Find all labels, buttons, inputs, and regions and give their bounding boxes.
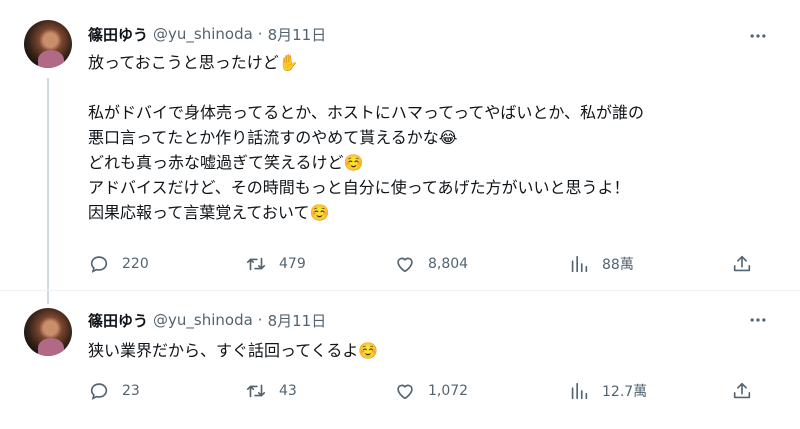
retweet-count: 43 [279, 383, 297, 399]
tweet-text-line: 因果応報って言葉覚えておいて☺️ [88, 203, 330, 222]
views-count: 88萬 [602, 257, 634, 273]
separator-dot: · [257, 311, 263, 329]
tweet-text: 放っておこうと思ったけど✋ 私がドバイで身体売ってるとか、ホストにハマってってや… [88, 50, 780, 225]
user-handle[interactable]: @yu_shinoda [153, 25, 253, 43]
reply-button[interactable]: 23 [88, 378, 140, 404]
reply-button[interactable]: 220 [88, 251, 149, 277]
tweet-date[interactable]: 8月11日 [268, 24, 327, 45]
tweet-divider [0, 290, 800, 291]
like-count: 1,072 [428, 383, 469, 399]
tweet-header: 篠田ゆう @yu_shinoda · 8月11日 [88, 308, 326, 332]
tweet-text-line [88, 75, 780, 100]
reply-icon [90, 256, 108, 273]
reply-icon [90, 383, 108, 400]
views-icon [571, 382, 588, 400]
reply-count: 220 [122, 256, 149, 272]
like-count: 8,804 [428, 256, 469, 272]
tweet-text-line: 悪口言ってたとか作り話流すのやめて貰えるかな😂 [88, 128, 458, 147]
views-icon [571, 255, 588, 273]
tweet-text-line: アドバイスだけど、その時間もっと自分に使ってあげた方がいいと思うよ！ [88, 178, 630, 197]
tweet-text-line: どれも真っ赤な嘘過ぎて笑えるけど☺️ [88, 153, 364, 172]
share-button[interactable] [731, 378, 765, 404]
retweet-button[interactable]: 43 [245, 378, 297, 404]
more-icon[interactable] [746, 308, 770, 332]
like-button[interactable]: 1,072 [394, 378, 468, 404]
tweet-actions: 23 43 1,072 12.7萬 [88, 378, 768, 404]
views-count: 12.7萬 [602, 384, 648, 400]
reply-count: 23 [122, 383, 140, 399]
share-button[interactable] [731, 251, 765, 277]
tweet-text-line: 狭い業界だから、すぐ話回ってくるよ☺️ [88, 341, 379, 360]
separator-dot: · [257, 25, 263, 43]
more-icon[interactable] [746, 24, 770, 48]
like-button[interactable]: 8,804 [394, 251, 468, 277]
tweet[interactable]: 篠田ゆう @yu_shinoda · 8月11日 放っておこうと思ったけど✋ 私… [0, 0, 800, 290]
tweet-header: 篠田ゆう @yu_shinoda · 8月11日 [88, 22, 326, 46]
views-button[interactable]: 88萬 [568, 251, 634, 277]
tweet-text: 狭い業界だから、すぐ話回ってくるよ☺️ [88, 338, 780, 363]
retweet-count: 479 [279, 256, 306, 272]
retweet-icon [246, 257, 266, 271]
like-icon [397, 384, 413, 400]
tweet-text-line: 放っておこうと思ったけど✋ [88, 53, 299, 72]
tweet-actions: 220 479 8,804 88萬 [88, 251, 768, 277]
tweet-text-line: 私がドバイで身体売ってるとか、ホストにハマってってやばいとか、私が誰の [88, 103, 645, 122]
display-name[interactable]: 篠田ゆう [88, 310, 148, 331]
retweet-button[interactable]: 479 [245, 251, 306, 277]
retweet-icon [246, 384, 266, 398]
like-icon [397, 257, 413, 273]
tweet-date[interactable]: 8月11日 [268, 310, 327, 331]
share-icon [733, 255, 751, 272]
display-name[interactable]: 篠田ゆう [88, 24, 148, 45]
share-icon [733, 382, 751, 399]
user-handle[interactable]: @yu_shinoda [153, 311, 253, 329]
avatar[interactable] [24, 20, 72, 68]
avatar[interactable] [24, 308, 72, 356]
views-button[interactable]: 12.7萬 [568, 378, 647, 404]
